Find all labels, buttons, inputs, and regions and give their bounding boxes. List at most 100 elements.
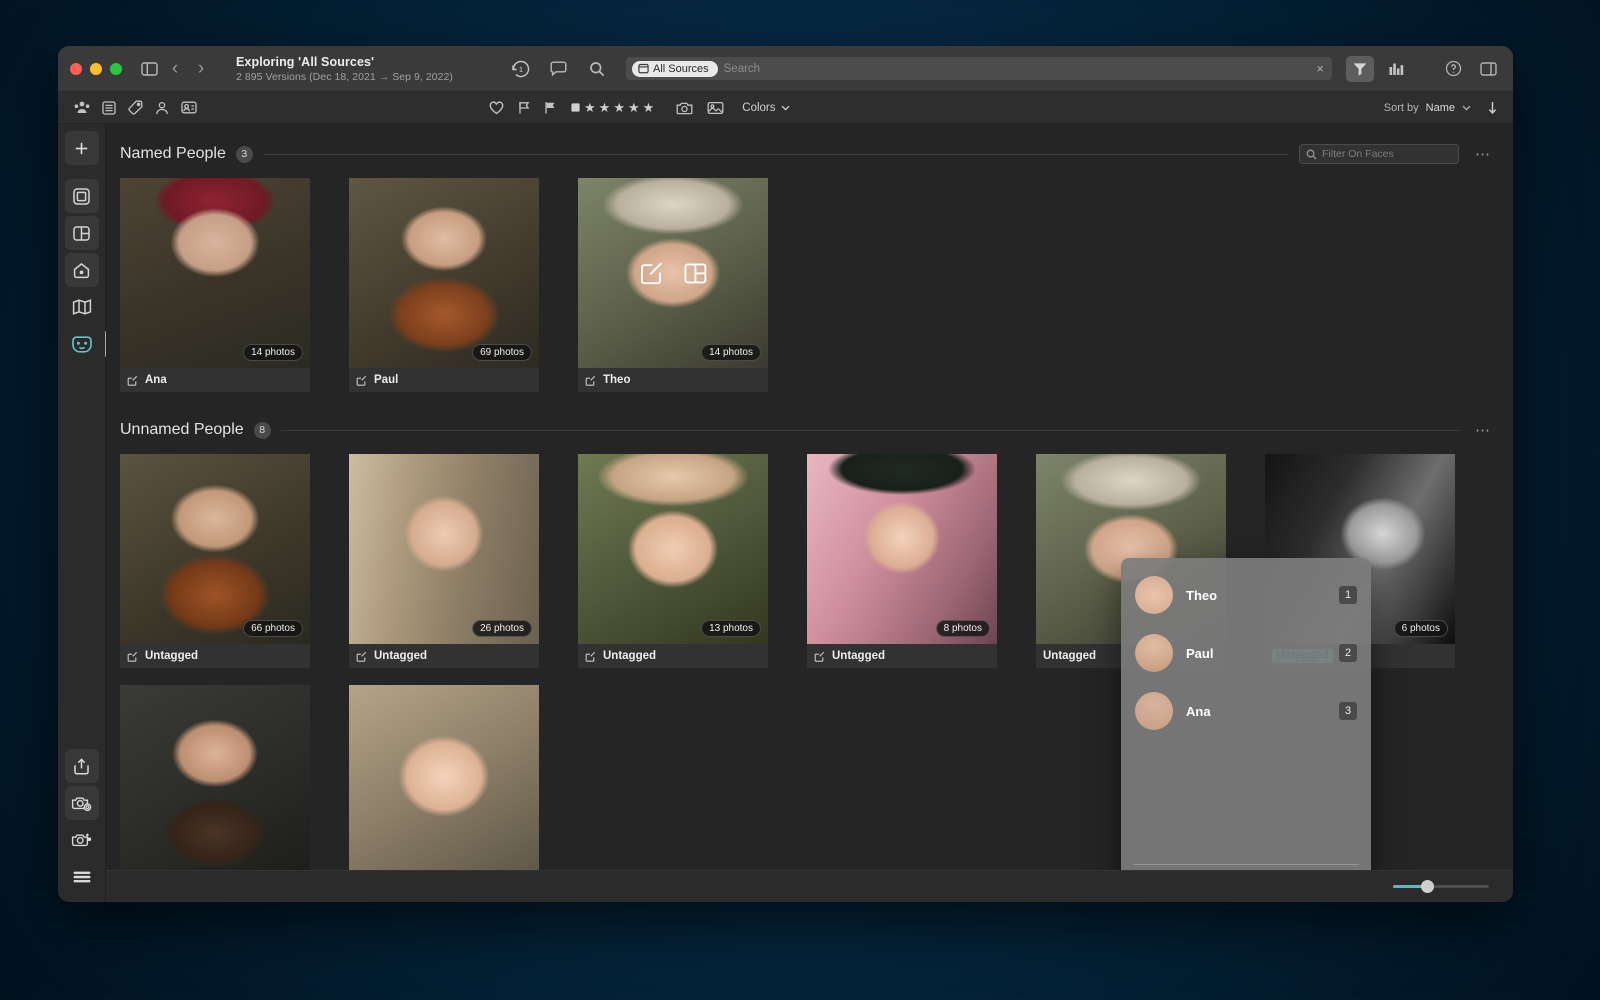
face-thumbnail[interactable]: 69 photos: [349, 178, 539, 368]
face-thumbnail[interactable]: 13 photos: [578, 454, 768, 644]
face-card[interactable]: [349, 685, 539, 875]
close-button[interactable]: [70, 63, 82, 75]
history-badge-icon[interactable]: 1: [510, 58, 532, 80]
heart-icon[interactable]: [489, 101, 504, 115]
sidebar-item-grid[interactable]: [65, 216, 99, 250]
rename-pencil-icon: [356, 375, 367, 386]
flag-filled-icon[interactable]: [544, 101, 556, 114]
face-card-label[interactable]: Theo: [578, 368, 768, 392]
face-thumbnail[interactable]: 14 photos: [120, 178, 310, 368]
assign-face-popup-menu[interactable]: Theo 1 Paul 2 Ana 3: [1121, 558, 1371, 902]
face-card[interactable]: 13 photos Untagged: [578, 454, 768, 668]
person-icon[interactable]: [155, 101, 169, 115]
section-more-button[interactable]: ⋯: [1469, 421, 1491, 439]
grid-view-icon: [72, 224, 91, 243]
section-title: Unnamed People: [120, 421, 244, 439]
colors-dropdown[interactable]: Colors: [742, 102, 789, 114]
face-card-label[interactable]: Ana: [120, 368, 310, 392]
titlebar: ‹ › Exploring 'All Sources' 2 895 Versio…: [58, 46, 1513, 92]
search-input[interactable]: Search: [724, 63, 760, 75]
slider-knob[interactable]: [1421, 880, 1434, 893]
hamburger-menu-button[interactable]: [65, 860, 99, 894]
help-circle-icon[interactable]: [1440, 56, 1466, 82]
face-thumbnail[interactable]: 66 photos: [120, 454, 310, 644]
face-name: Paul: [374, 374, 398, 386]
flag-outline-icon[interactable]: [518, 101, 530, 114]
face-thumbnail[interactable]: 26 photos: [349, 454, 539, 644]
titlebar-right-tools: [1346, 56, 1501, 82]
face-card[interactable]: 14 photos Ana: [120, 178, 310, 392]
toolbar-rating-tools: ★★ ★★ ★ Colors: [489, 100, 790, 116]
split-grid-icon[interactable]: [680, 258, 710, 288]
tag-icon[interactable]: [128, 100, 143, 115]
popup-item-shortcut: 1: [1339, 586, 1357, 604]
add-button[interactable]: [65, 131, 99, 165]
chevron-down-icon: [781, 105, 790, 111]
face-thumbnail[interactable]: 14 photos: [578, 178, 768, 368]
people-group-icon[interactable]: [74, 101, 90, 114]
photo-count-badge: 69 photos: [472, 344, 532, 361]
sort-by-control[interactable]: Sort by Name: [1384, 101, 1497, 114]
minimize-button[interactable]: [90, 63, 102, 75]
rating-stars[interactable]: ★★ ★★ ★: [570, 100, 654, 116]
page-subtitle: 2 895 Versions (Dec 18, 2021 → Sep 9, 20…: [236, 71, 486, 83]
popup-menu-item-ana[interactable]: Ana 3: [1121, 682, 1371, 740]
face-card[interactable]: [120, 685, 310, 875]
sidebar-item-map[interactable]: [65, 290, 99, 324]
section-header-named-people: Named People 3 Filter On Faces ⋯: [120, 138, 1491, 170]
colors-label: Colors: [742, 102, 775, 114]
image-photo-icon[interactable]: [707, 101, 724, 115]
sidebar-item-faces[interactable]: [65, 327, 99, 361]
face-card-label[interactable]: Untagged: [578, 644, 768, 668]
face-thumbnail[interactable]: 8 photos: [807, 454, 997, 644]
star-2: ★: [599, 100, 611, 116]
search-bar[interactable]: All Sources Search ×: [626, 57, 1332, 80]
rename-pencil-icon[interactable]: [636, 258, 666, 288]
face-card[interactable]: 66 photos Untagged: [120, 454, 310, 668]
clear-search-icon[interactable]: ×: [1316, 61, 1324, 76]
map-icon: [72, 298, 92, 316]
section-divider: [281, 430, 1459, 431]
export-share-button[interactable]: [65, 749, 99, 783]
face-image: [578, 454, 768, 644]
filter-funnel-icon[interactable]: [1346, 56, 1374, 82]
raw-photo-icon[interactable]: [676, 101, 693, 115]
face-card-label[interactable]: Paul: [349, 368, 539, 392]
sort-chevron-icon: [1462, 105, 1471, 111]
section-more-button[interactable]: ⋯: [1469, 145, 1491, 163]
face-card[interactable]: 69 photos Paul: [349, 178, 539, 392]
inspector-panel-icon[interactable]: [1475, 56, 1501, 82]
camera-magic-button[interactable]: [65, 823, 99, 857]
histogram-icon[interactable]: [1383, 56, 1409, 82]
star-4: ★: [628, 100, 640, 116]
face-filter-input[interactable]: Filter On Faces: [1299, 144, 1459, 164]
face-card[interactable]: 14 photos Theo: [578, 178, 768, 392]
comment-icon[interactable]: [545, 56, 571, 82]
list-icon[interactable]: [102, 101, 116, 115]
sidebar-item-library[interactable]: [65, 179, 99, 213]
sidebar-item-photo-book[interactable]: [65, 253, 99, 287]
back-button[interactable]: ‹: [162, 56, 188, 82]
search-scope-pill[interactable]: All Sources: [632, 61, 718, 77]
face-card-label[interactable]: Untagged: [807, 644, 997, 668]
face-card[interactable]: 8 photos Untagged: [807, 454, 997, 668]
photo-count-badge: 6 photos: [1394, 620, 1448, 637]
section-count: 3: [236, 146, 253, 163]
rename-pencil-icon: [585, 651, 596, 662]
thumbnail-size-slider[interactable]: [1393, 885, 1489, 888]
face-card[interactable]: 26 photos Untagged: [349, 454, 539, 668]
search-icon[interactable]: [584, 56, 610, 82]
face-card-label[interactable]: Untagged: [120, 644, 310, 668]
camera-settings-button[interactable]: [65, 786, 99, 820]
id-card-icon[interactable]: [181, 101, 197, 114]
face-thumbnail[interactable]: [120, 685, 310, 875]
popup-menu-item-theo[interactable]: Theo 1: [1121, 566, 1371, 624]
face-card-label[interactable]: Untagged: [349, 644, 539, 668]
maximize-button[interactable]: [110, 63, 122, 75]
forward-button[interactable]: ›: [188, 56, 214, 82]
avatar: [1135, 692, 1173, 730]
face-thumbnail[interactable]: [349, 685, 539, 875]
sidebar-toggle-icon[interactable]: [136, 56, 162, 82]
popup-item-label: Theo: [1186, 588, 1326, 603]
popup-menu-item-paul[interactable]: Paul 2: [1121, 624, 1371, 682]
